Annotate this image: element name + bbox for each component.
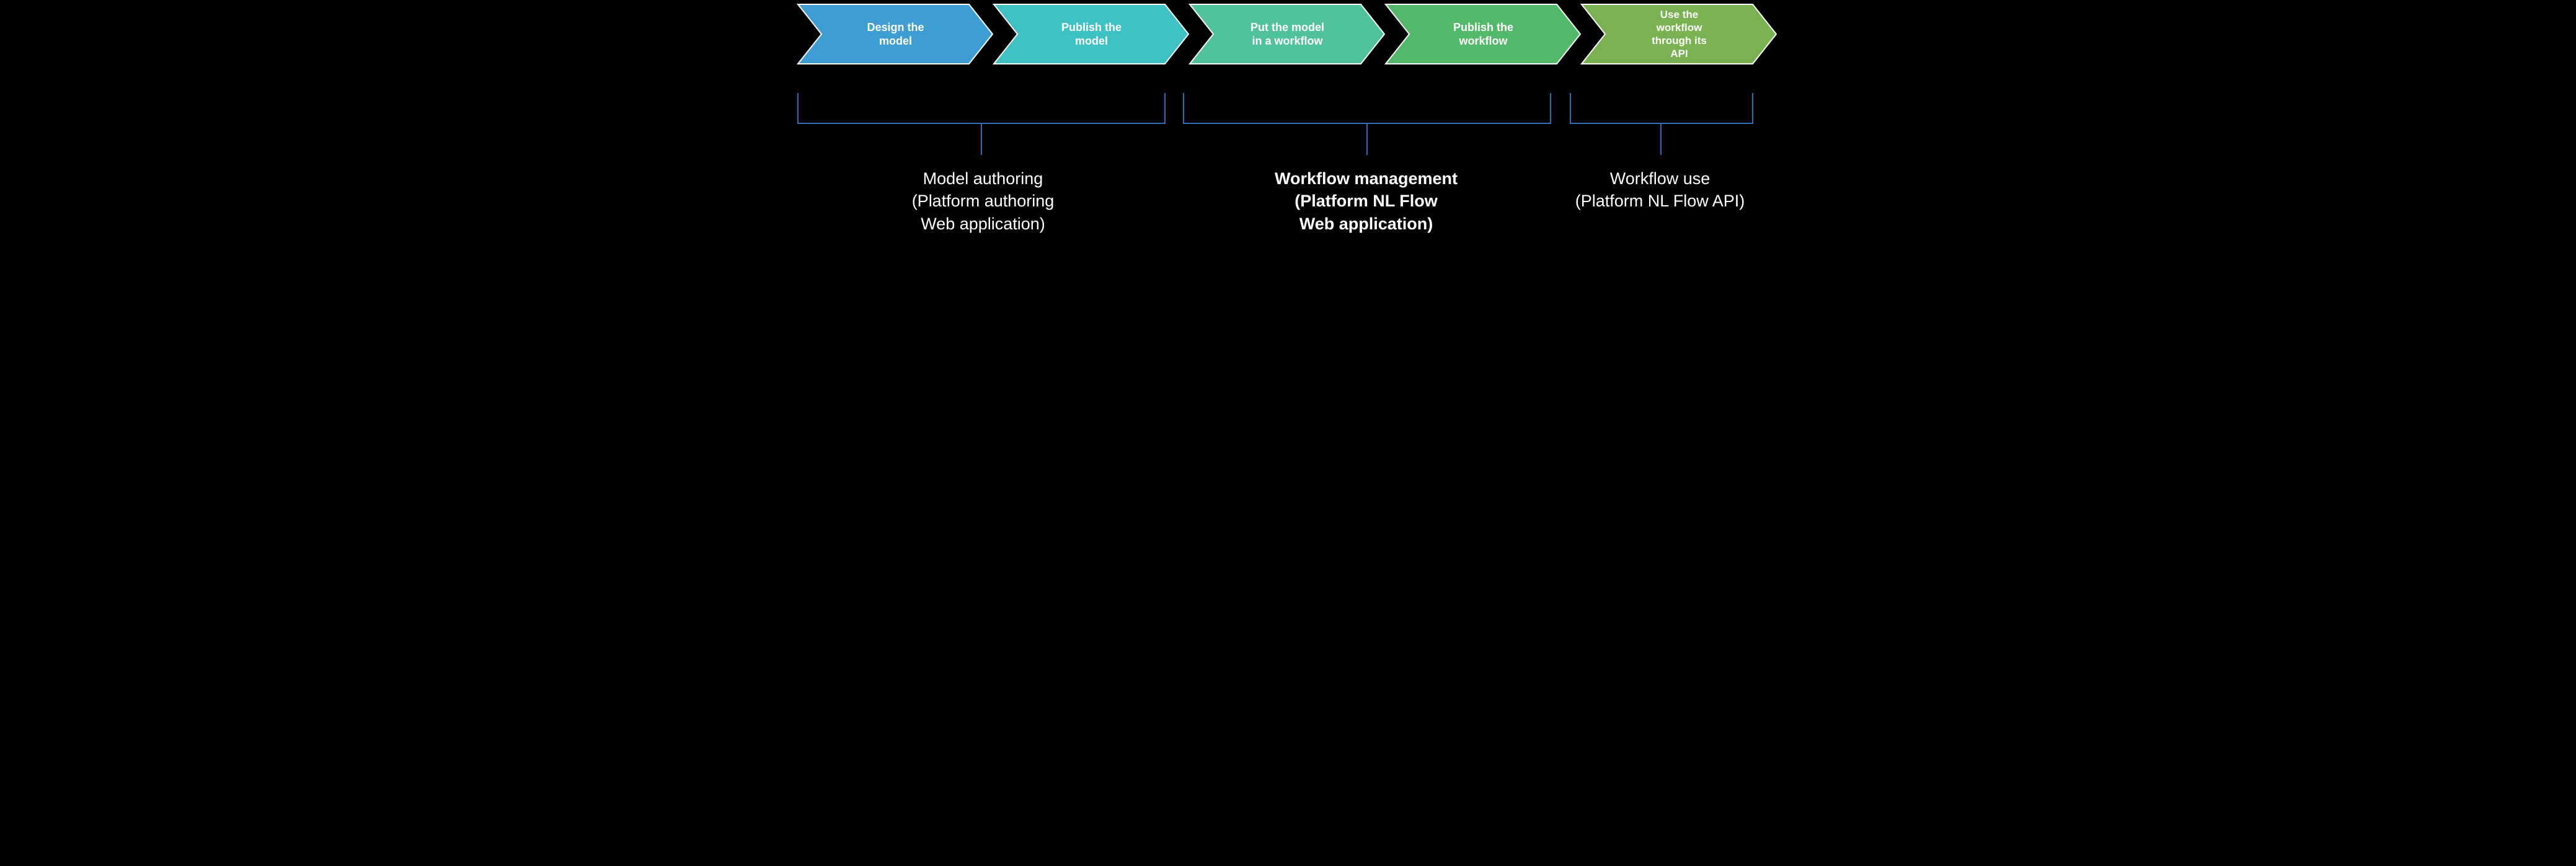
chevron-row: Design the model Publish the model Put t… — [797, 3, 1780, 65]
step-5: Use the workflow through its API — [1580, 3, 1779, 65]
step-3: Put the model in a workflow — [1188, 3, 1387, 65]
step-label: Publish the workflow — [1403, 3, 1564, 65]
group-3-label: Workflow use (Platform NL Flow API) — [1536, 167, 1784, 213]
diagram-stage: Design the model Publish the model Put t… — [792, 0, 1784, 335]
step-label: Design the model — [815, 3, 976, 65]
step-2: Publish the model — [993, 3, 1191, 65]
group-1-label: Model authoring (Platform authoring Web … — [828, 167, 1138, 235]
step-label: Publish the model — [1011, 3, 1172, 65]
step-4: Publish the workflow — [1384, 3, 1583, 65]
step-1: Design the model — [797, 3, 995, 65]
group-2-label: Workflow management (Platform NL Flow We… — [1211, 167, 1521, 235]
step-label: Use the workflow through its API — [1599, 3, 1760, 65]
step-label: Put the model in a workflow — [1207, 3, 1368, 65]
